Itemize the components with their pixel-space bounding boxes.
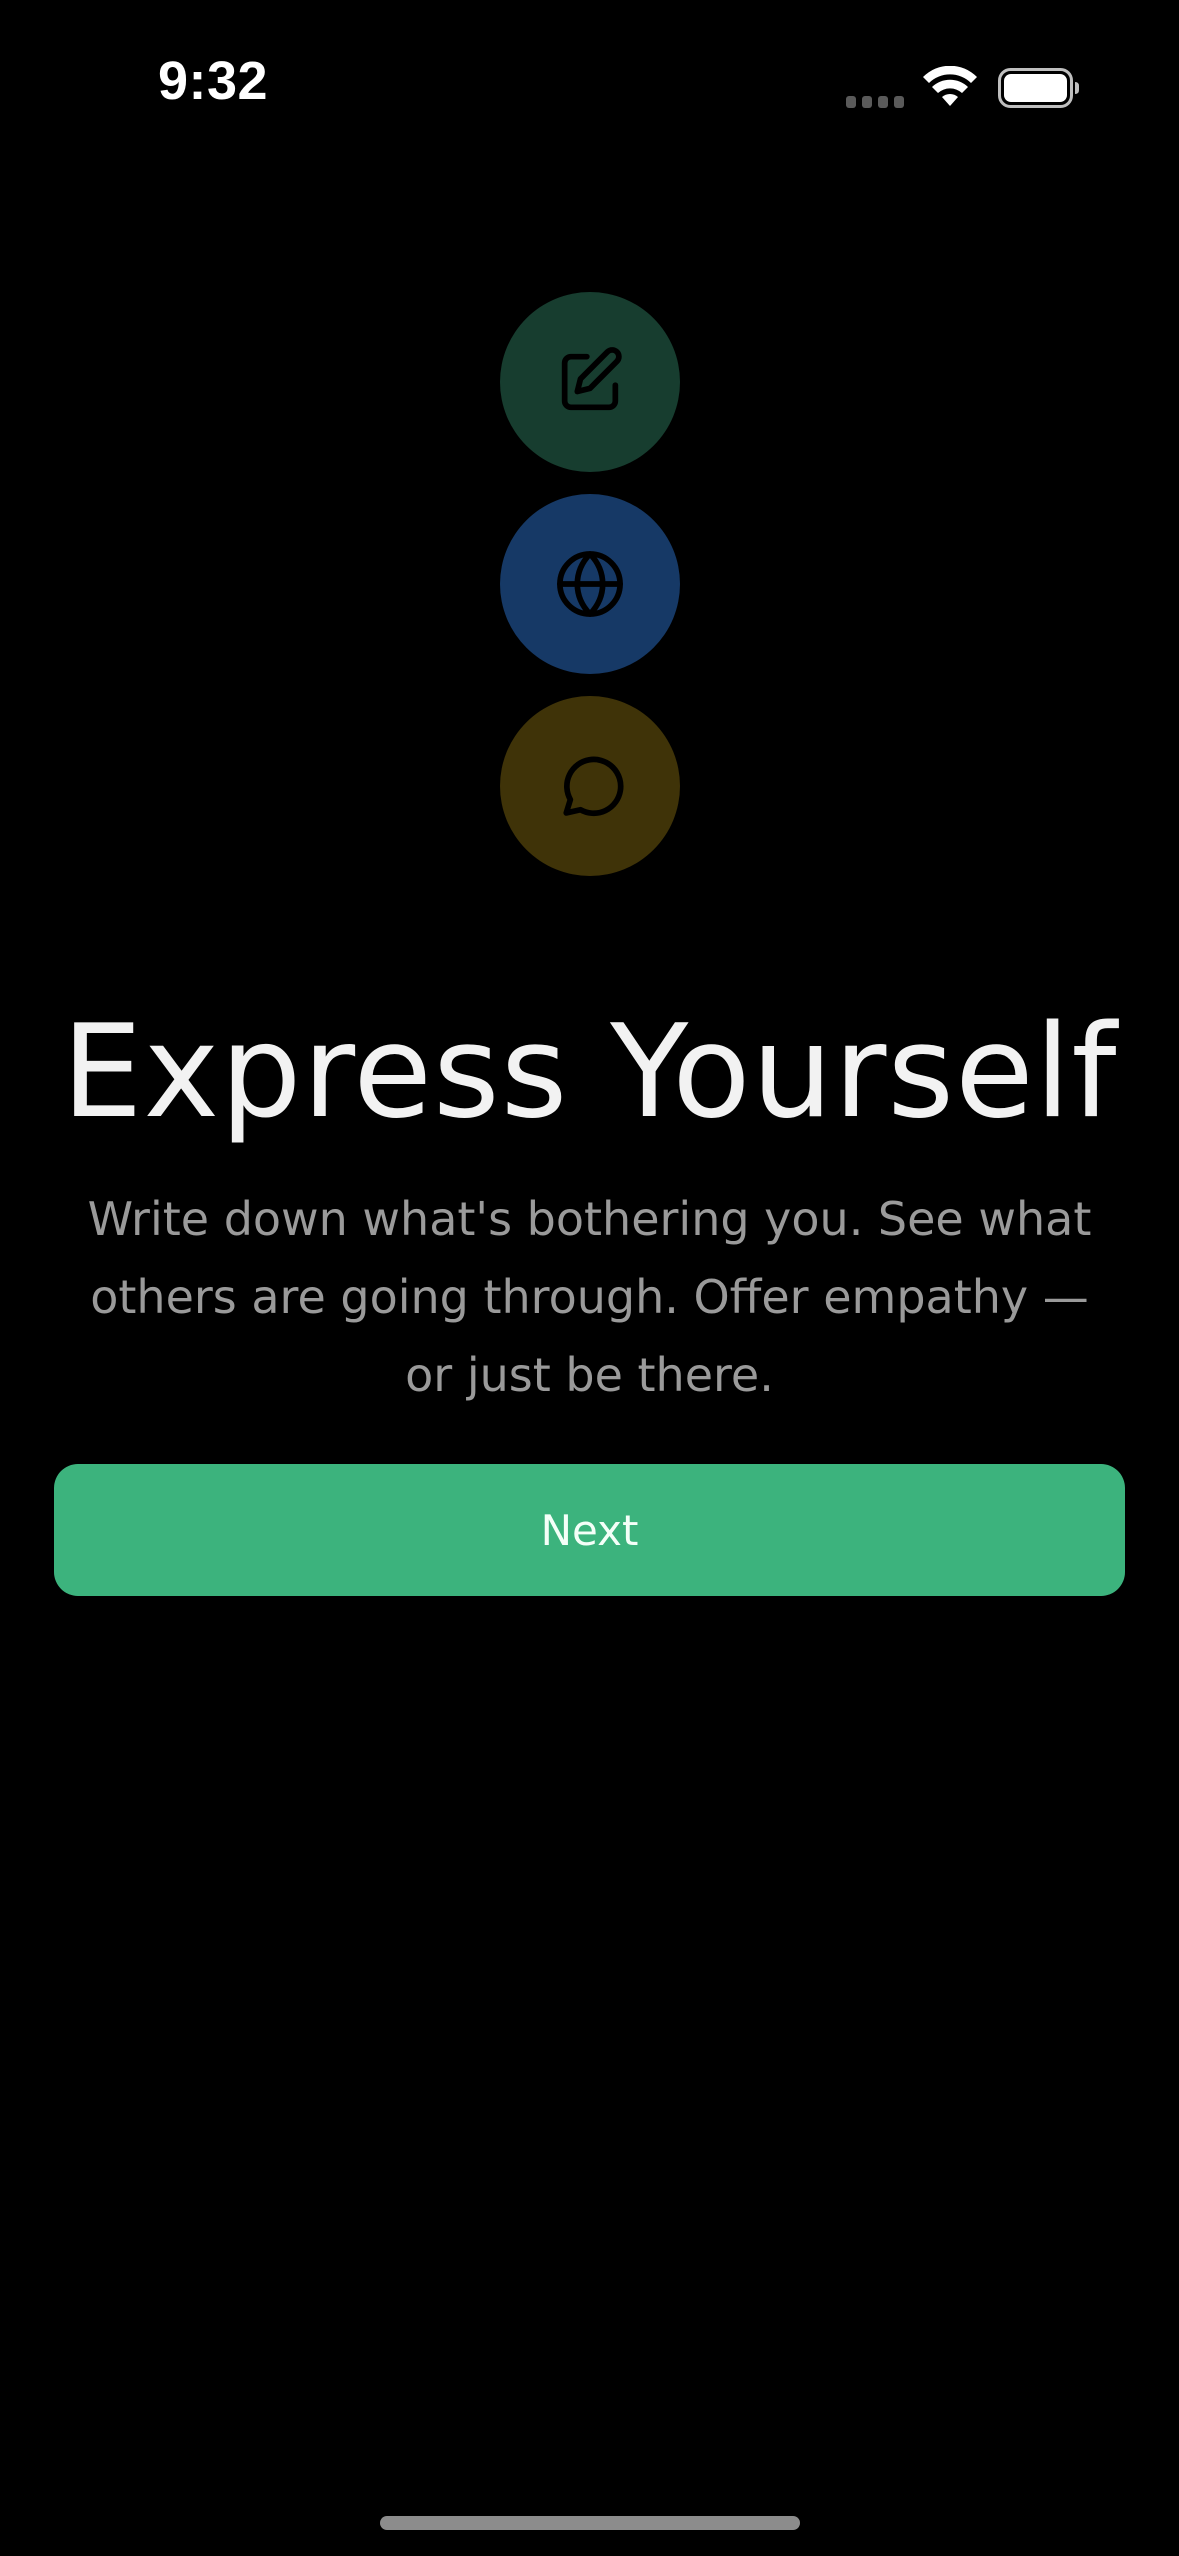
home-indicator[interactable] xyxy=(380,2516,800,2530)
wifi-icon xyxy=(923,66,977,106)
onboarding-screen: 9:32 Express Yourself Write down what's … xyxy=(0,0,1179,2556)
write-feature-badge xyxy=(500,292,680,472)
cellular-signal-icon xyxy=(846,96,904,108)
globe-icon xyxy=(557,551,623,617)
page-title: Express Yourself xyxy=(61,998,1118,1147)
community-feature-badge xyxy=(500,494,680,674)
status-time: 9:32 xyxy=(158,51,269,111)
page-subtitle: Write down what's bothering you. See wha… xyxy=(87,1192,1092,1402)
next-button[interactable]: Next xyxy=(54,1464,1125,1596)
pencil-square-icon xyxy=(561,347,622,411)
empathy-feature-badge xyxy=(500,696,680,876)
chat-bubble-icon xyxy=(563,756,624,817)
battery-icon xyxy=(998,68,1079,108)
